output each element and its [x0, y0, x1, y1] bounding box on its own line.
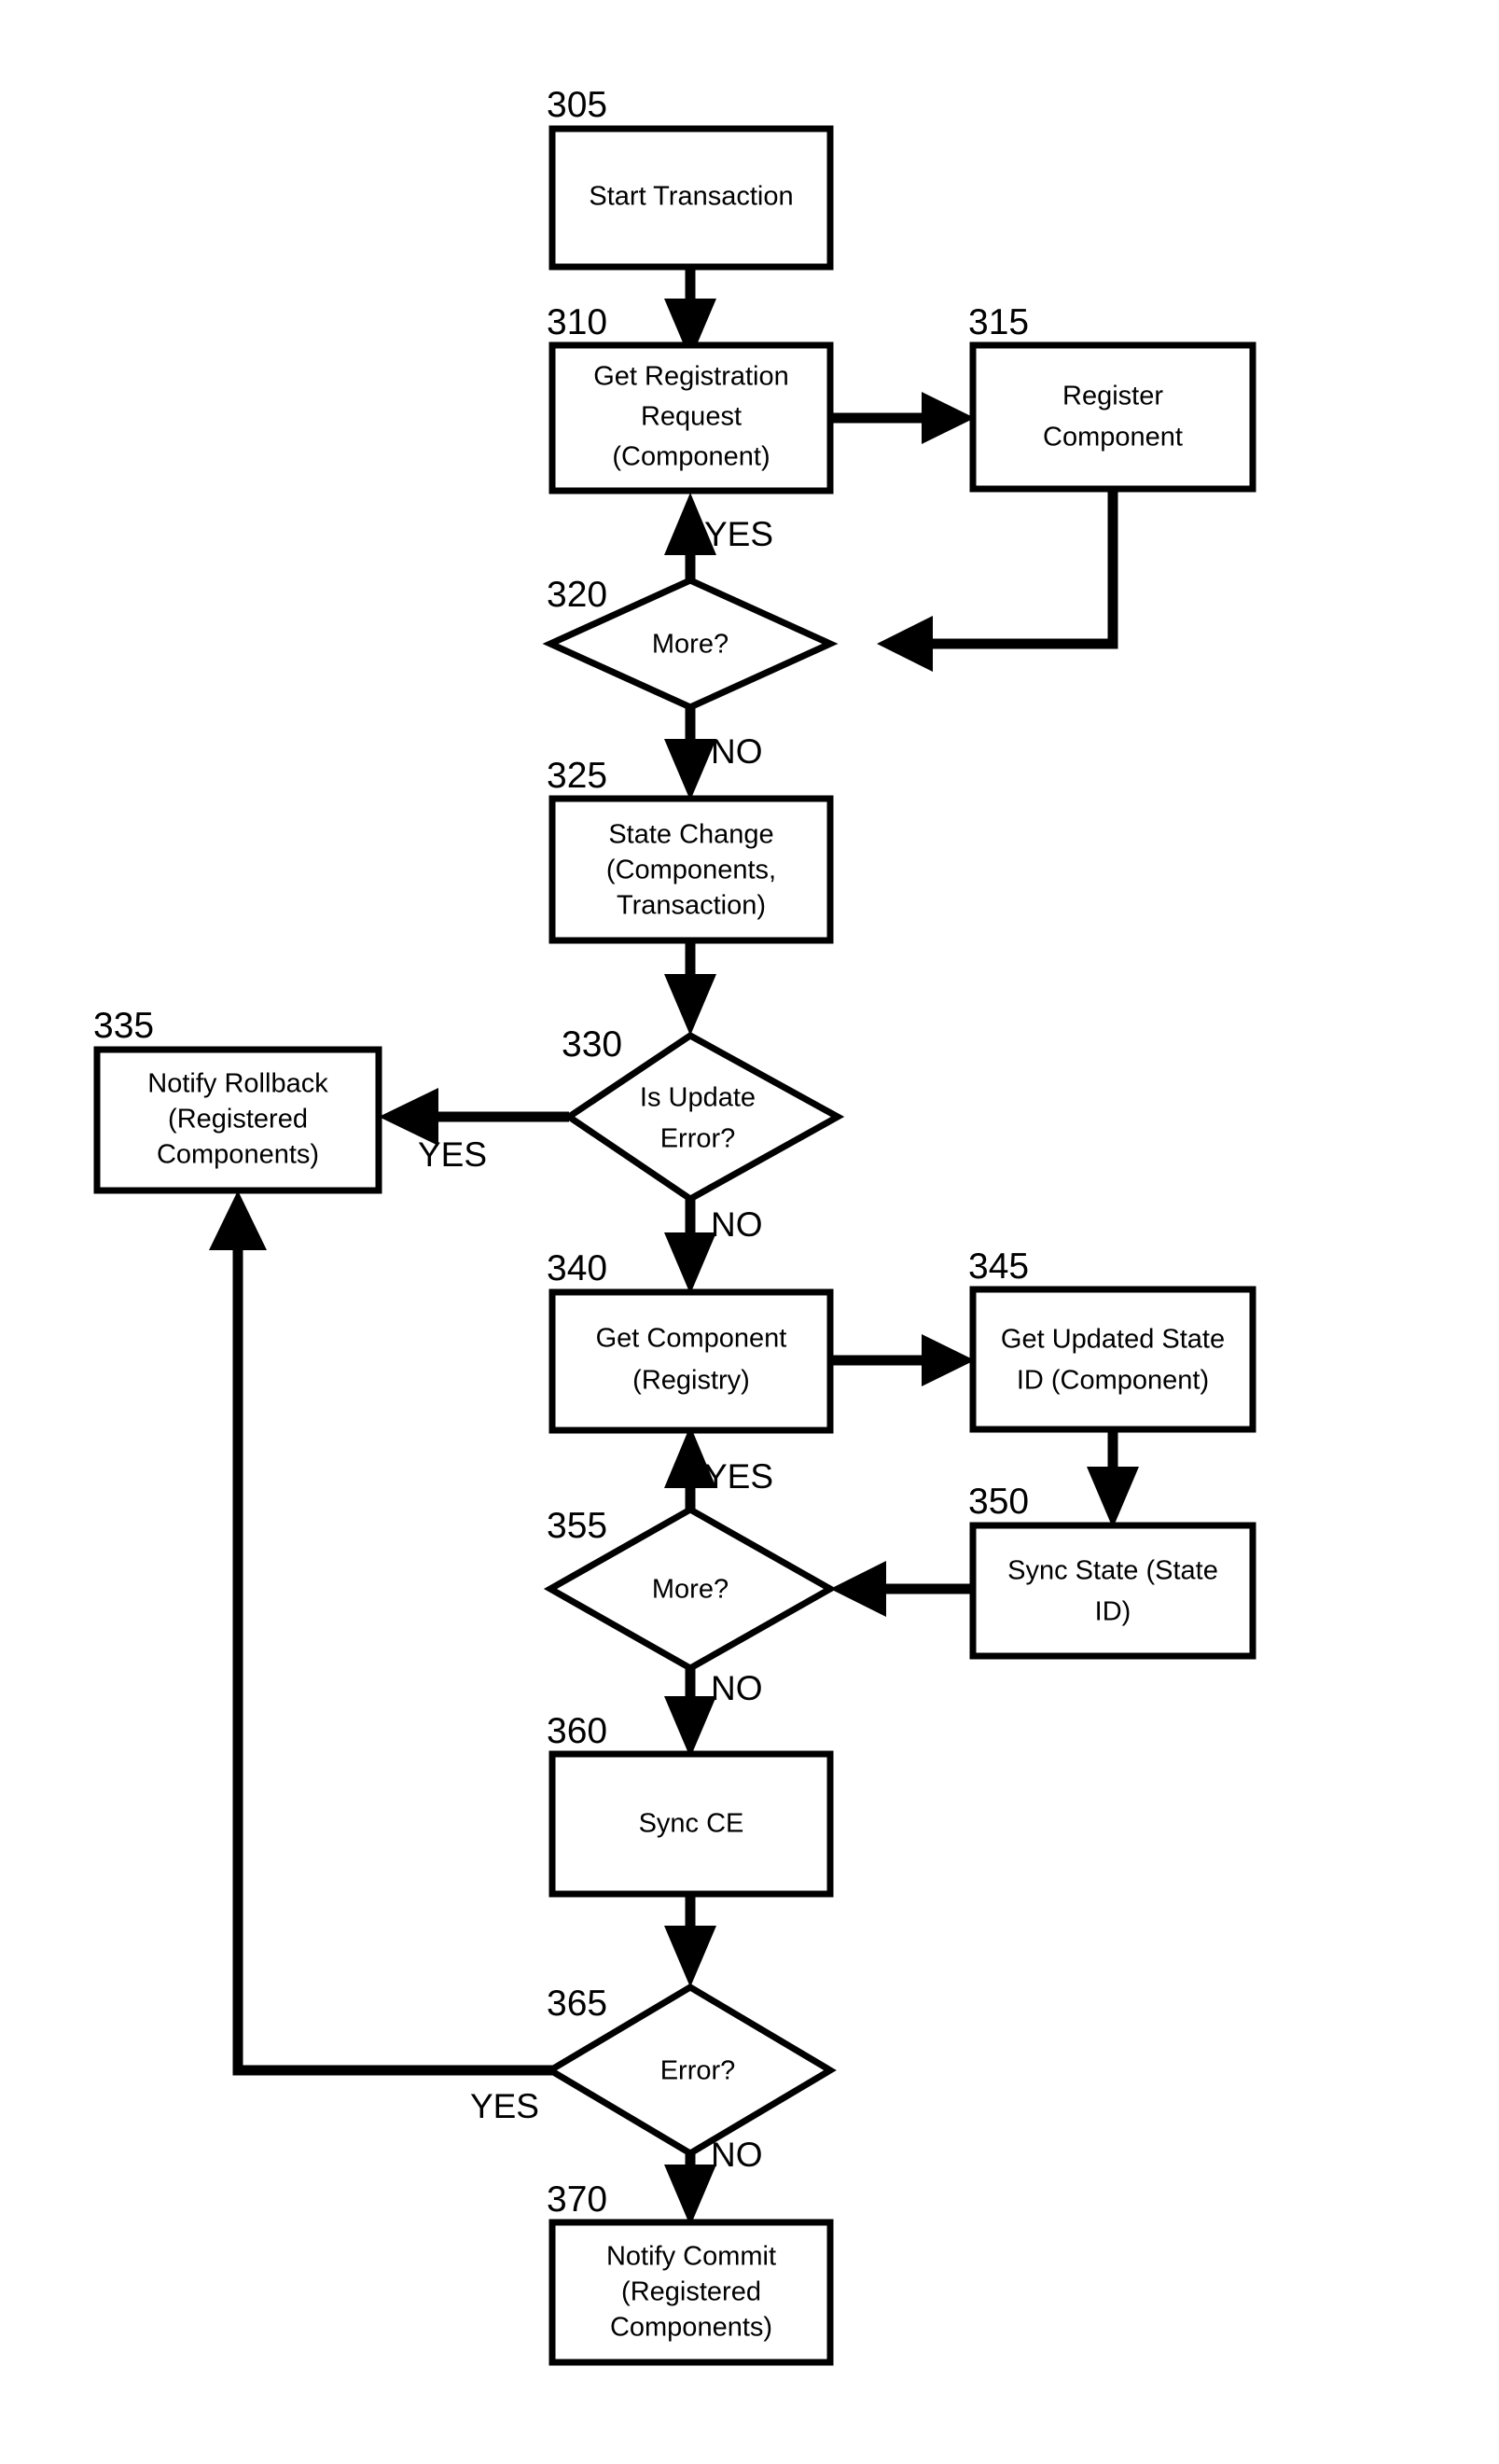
- connector-350-to-355: [830, 1561, 973, 1617]
- connector-365-yes-to-335: [209, 1190, 569, 2076]
- edge-label-365-yes: YES: [470, 2087, 539, 2125]
- edge-label-355-yes: YES: [704, 1457, 773, 1496]
- ref-label-345: 345: [968, 1246, 1029, 1287]
- connector-315-to-320: [877, 489, 1118, 672]
- node-310-line1: Get Registration: [593, 362, 789, 392]
- connector-340-to-345: [830, 1334, 975, 1386]
- connector-310-to-315: [830, 392, 975, 444]
- connector-365-no-to-370: [664, 2153, 716, 2226]
- edge-label-365-no: NO: [711, 2136, 763, 2174]
- edge-label-355-no: NO: [711, 1669, 763, 1707]
- node-340-line1: Get Component: [596, 1324, 787, 1354]
- connector-330-no-to-340: [664, 1199, 716, 1294]
- node-320-line1: More?: [652, 630, 729, 660]
- ref-label-350: 350: [968, 1482, 1029, 1522]
- node-325-state-change[interactable]: State Change (Components, Transaction): [548, 795, 834, 944]
- connector-355-no-to-360: [664, 1668, 716, 1758]
- node-315-register-component[interactable]: Register Component: [969, 341, 1256, 493]
- ref-label-335: 335: [93, 1006, 154, 1046]
- node-310-get-registration-request[interactable]: Get Registration Request (Component): [548, 341, 834, 494]
- node-365-line1: Error?: [660, 2056, 736, 2086]
- node-370-line2: (Registered: [621, 2277, 761, 2307]
- node-305-start-transaction[interactable]: Start Transaction: [548, 125, 834, 271]
- node-345-get-updated-state-id[interactable]: Get Updated State ID (Component): [969, 1286, 1256, 1433]
- ref-label-370: 370: [547, 2179, 607, 2220]
- edge-label-320-no: NO: [711, 732, 763, 771]
- node-330-line1: Is Update: [640, 1083, 756, 1113]
- node-370-line3: Components): [610, 2313, 772, 2343]
- node-315-line1: Register: [1062, 382, 1163, 411]
- flowchart-figure: Start Transaction Get Registration Reque…: [0, 0, 1499, 2464]
- node-325-line2: (Components,: [606, 856, 776, 885]
- ref-label-310: 310: [547, 302, 607, 342]
- node-340-get-component[interactable]: Get Component (Registry): [548, 1288, 834, 1434]
- node-335-line1: Notify Rollback: [147, 1069, 328, 1099]
- node-360-sync-ce[interactable]: Sync CE: [548, 1750, 834, 1898]
- node-340-line2: (Registry): [632, 1366, 750, 1396]
- node-305-line1: Start Transaction: [589, 182, 793, 212]
- node-355-line1: More?: [652, 1575, 729, 1605]
- node-360-line1: Sync CE: [639, 1809, 744, 1839]
- flowchart-canvas: Start Transaction Get Registration Reque…: [93, 85, 1256, 2366]
- connector-320-no-to-325: [664, 707, 716, 800]
- node-325-line3: Transaction): [617, 891, 766, 921]
- ref-label-330: 330: [562, 1024, 622, 1065]
- ref-label-355: 355: [547, 1506, 607, 1546]
- connector-345-to-350: [1087, 1429, 1139, 1528]
- node-335-line2: (Registered: [168, 1105, 308, 1135]
- node-370-line1: Notify Commit: [606, 2242, 776, 2272]
- connector-360-to-365: [664, 1894, 716, 1987]
- ref-label-320: 320: [547, 575, 607, 615]
- node-330-line2: Error?: [660, 1124, 736, 1154]
- ref-label-305: 305: [547, 85, 607, 125]
- node-350-line1: Sync State (State: [1007, 1556, 1218, 1586]
- ref-label-325: 325: [547, 756, 607, 796]
- ref-label-315: 315: [968, 302, 1029, 342]
- edge-label-320-yes: YES: [704, 515, 773, 553]
- node-315-line2: Component: [1043, 423, 1183, 452]
- node-335-notify-rollback[interactable]: Notify Rollback (Registered Components): [93, 1046, 382, 1194]
- node-345-line2: ID (Component): [1017, 1366, 1209, 1396]
- node-310-line3: (Component): [612, 442, 770, 472]
- node-345-line1: Get Updated State: [1001, 1325, 1225, 1355]
- ref-label-360: 360: [547, 1711, 607, 1751]
- ref-label-340: 340: [547, 1248, 607, 1288]
- node-310-line2: Request: [641, 402, 742, 432]
- node-325-line1: State Change: [608, 820, 773, 850]
- node-335-line3: Components): [157, 1140, 319, 1170]
- ref-label-365: 365: [547, 1984, 607, 2024]
- edge-label-330-yes: YES: [418, 1135, 487, 1174]
- node-370-notify-commit[interactable]: Notify Commit (Registered Components): [548, 2219, 834, 2366]
- edge-label-330-no: NO: [711, 1205, 763, 1244]
- node-350-line2: ID): [1095, 1597, 1131, 1627]
- node-350-sync-state[interactable]: Sync State (State ID): [969, 1522, 1256, 1660]
- connector-325-to-330: [664, 940, 716, 1036]
